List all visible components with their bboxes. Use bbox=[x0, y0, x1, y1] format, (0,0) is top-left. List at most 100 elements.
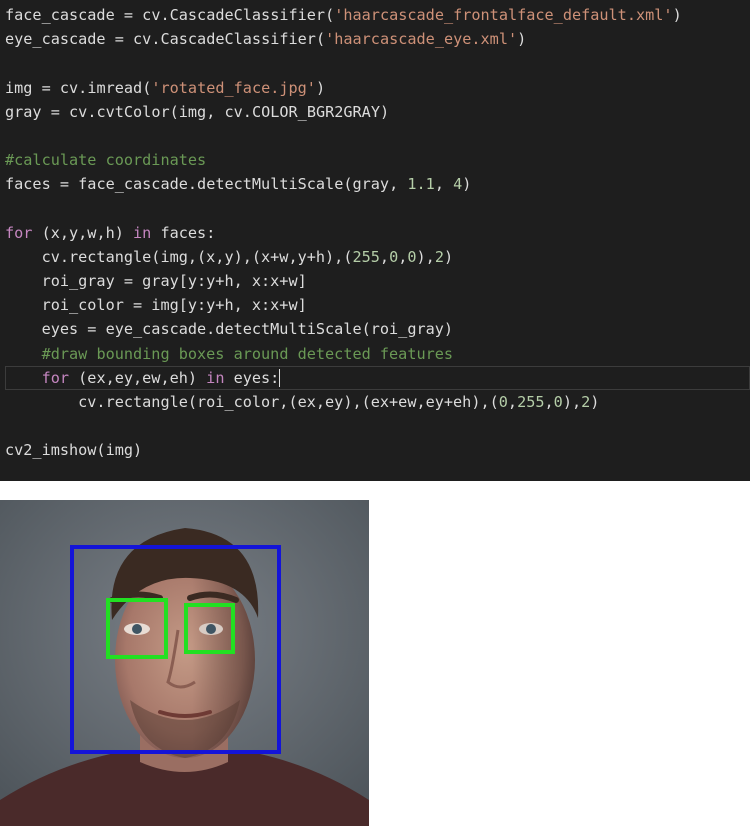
code-line[interactable]: for (ex,ey,ew,eh) in eyes: bbox=[5, 365, 750, 390]
code-token: 1.1 bbox=[407, 175, 435, 194]
code-token: , bbox=[398, 247, 408, 266]
code-token: 2 bbox=[434, 247, 444, 266]
code-token: CascadeClassifier bbox=[169, 6, 326, 24]
code-line[interactable]: roi_gray = gray[y:y+h, x:x+w] bbox=[5, 269, 750, 293]
code-token: ( bbox=[315, 30, 326, 49]
code-line[interactable] bbox=[5, 197, 750, 221]
code-line[interactable] bbox=[5, 414, 750, 438]
code-line[interactable]: #calculate coordinates bbox=[5, 148, 750, 172]
code-token: ) bbox=[517, 30, 527, 49]
code-token: . bbox=[160, 6, 170, 24]
code-line[interactable]: eye_cascade = cv.CascadeClassifier('haar… bbox=[5, 27, 750, 51]
code-token: 0 bbox=[389, 247, 399, 266]
code-token: = bbox=[41, 102, 70, 121]
code-token: cv.rectangle(img,(x,y),(x+w,y+h),( bbox=[5, 247, 353, 266]
code-token: ) bbox=[379, 102, 390, 121]
code-token: ) bbox=[672, 6, 682, 24]
code-token: eyes: bbox=[224, 368, 280, 387]
code-token: , bbox=[379, 247, 390, 266]
code-token: faces bbox=[5, 175, 51, 194]
code-token: (gray, bbox=[343, 175, 408, 194]
code-token: cv bbox=[224, 102, 243, 121]
code-line[interactable]: face_cascade = cv.CascadeClassifier('haa… bbox=[5, 3, 750, 27]
code-token: = bbox=[32, 78, 60, 97]
code-area[interactable]: face_cascade = cv.CascadeClassifier('haa… bbox=[5, 3, 750, 463]
code-line[interactable]: cv2_imshow(img) bbox=[5, 438, 750, 462]
code-token: face_cascade bbox=[78, 175, 188, 194]
code-token: (ex,ey,ew,eh) bbox=[69, 368, 207, 387]
code-token: 255 bbox=[517, 393, 545, 411]
code-token: cv.rectangle(roi_color,(ex,ey),(ex+ew,ey… bbox=[5, 393, 499, 411]
code-token: 0 bbox=[553, 393, 563, 411]
code-token: imread bbox=[87, 78, 143, 97]
face-photo bbox=[0, 500, 369, 826]
code-token: ) bbox=[462, 175, 472, 194]
code-token: ) bbox=[443, 247, 454, 266]
code-token: COLOR_BGR2GRAY bbox=[251, 102, 380, 121]
code-token: 0 bbox=[498, 393, 508, 411]
code-token: in bbox=[133, 223, 152, 242]
code-token: 2 bbox=[581, 393, 591, 411]
code-token: cv2_imshow(img) bbox=[5, 441, 143, 460]
code-line[interactable] bbox=[5, 124, 750, 148]
code-token: ( bbox=[142, 78, 152, 97]
code-token: (x,y,w,h) bbox=[32, 223, 134, 242]
code-line[interactable]: img = cv.imread('rotated_face.jpg') bbox=[5, 76, 750, 100]
code-token: roi_color = img[y:y+h, x:x+w] bbox=[5, 296, 307, 315]
code-token: = bbox=[105, 30, 134, 49]
code-token: 'haarcascade_eye.xml' bbox=[325, 30, 518, 49]
code-token: cv bbox=[133, 30, 152, 49]
code-token: 'rotated_face.jpg' bbox=[151, 78, 316, 97]
code-token: 0 bbox=[407, 247, 417, 266]
text-caret bbox=[279, 369, 281, 388]
code-token: . bbox=[187, 175, 198, 194]
code-line[interactable]: gray = cv.cvtColor(img, cv.COLOR_BGR2GRA… bbox=[5, 100, 750, 124]
code-token: , bbox=[507, 393, 518, 411]
code-line[interactable]: cv.rectangle(img,(x,y),(x+w,y+h),(255,0,… bbox=[5, 245, 750, 269]
code-token: img bbox=[5, 78, 33, 97]
code-line[interactable]: cv.rectangle(roi_color,(ex,ey),(ex+ew,ey… bbox=[5, 390, 750, 414]
code-line[interactable]: for (x,y,w,h) in faces: bbox=[5, 221, 750, 245]
code-line[interactable]: #draw bounding boxes around detected fea… bbox=[5, 342, 750, 366]
code-token: detectMultiScale bbox=[197, 175, 344, 194]
code-token: for bbox=[5, 223, 33, 242]
code-editor[interactable]: face_cascade = cv.CascadeClassifier('haa… bbox=[0, 0, 750, 481]
code-token: gray bbox=[5, 102, 42, 121]
code-token: (img, bbox=[169, 102, 225, 121]
code-line[interactable]: eyes = eye_cascade.detectMultiScale(roi_… bbox=[5, 317, 750, 341]
code-token: , bbox=[544, 393, 554, 411]
code-token: cvtColor bbox=[96, 102, 170, 121]
code-token: CascadeClassifier bbox=[160, 30, 316, 49]
code-token: . bbox=[242, 102, 252, 121]
code-token: cv bbox=[69, 102, 88, 121]
code-token: #calculate coordinates bbox=[5, 151, 207, 170]
code-token: , bbox=[434, 175, 454, 194]
code-token: for bbox=[41, 368, 70, 387]
output-image bbox=[0, 500, 369, 826]
code-token: ) bbox=[315, 78, 326, 97]
code-token: = bbox=[50, 175, 79, 194]
code-token: ) bbox=[590, 393, 600, 411]
code-token: eye_cascade bbox=[5, 30, 106, 49]
code-token: ), bbox=[416, 247, 435, 266]
code-token: faces: bbox=[151, 223, 216, 242]
code-token: eyes = eye_cascade.detectMultiScale(roi_… bbox=[5, 320, 454, 339]
code-token: face_cascade bbox=[5, 6, 115, 24]
code-token: 4 bbox=[453, 175, 463, 194]
code-token: ), bbox=[562, 393, 582, 411]
code-line[interactable] bbox=[5, 51, 750, 75]
code-token: ( bbox=[325, 6, 335, 24]
code-token: . bbox=[78, 78, 88, 97]
code-token: cv bbox=[59, 78, 79, 97]
code-token: #draw bounding boxes around detected fea… bbox=[41, 344, 454, 363]
code-token: 255 bbox=[352, 247, 380, 266]
code-token: = bbox=[114, 6, 143, 24]
code-token: 'haarcascade_frontalface_default.xml' bbox=[334, 6, 673, 24]
code-token: roi_gray = gray[y:y+h, x:x+w] bbox=[5, 272, 307, 291]
code-line[interactable]: roi_color = img[y:y+h, x:x+w] bbox=[5, 293, 750, 317]
code-line[interactable]: faces = face_cascade.detectMultiScale(gr… bbox=[5, 172, 750, 196]
code-token: in bbox=[206, 368, 225, 387]
code-token: cv bbox=[142, 6, 161, 24]
